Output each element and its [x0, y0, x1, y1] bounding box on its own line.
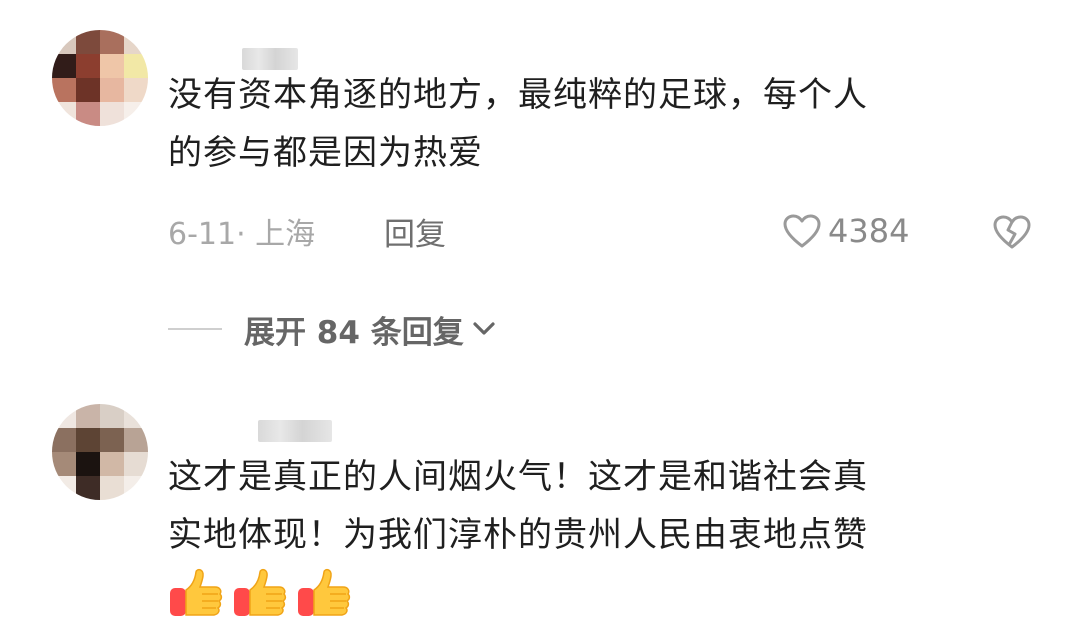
- reply-button[interactable]: 回复: [384, 208, 446, 254]
- comment-list: 没有资本角逐的地方，最纯粹的足球，每个人 的参与都是因为热爱 6-11· 上海 …: [0, 0, 1080, 618]
- comment-text-line: 实地体现！为我们淳朴的贵州人民由衷地点赞: [168, 515, 868, 555]
- comment-text-line: 没有资本角逐的地方，最纯粹的足球，每个人: [168, 75, 868, 115]
- comment-text-line: 这才是真正的人间烟火气！这才是和谐社会真: [168, 457, 868, 497]
- heart-outline-icon: [783, 214, 821, 248]
- comment-text: 这才是真正的人间烟火气！这才是和谐社会真 实地体现！为我们淳朴的贵州人民由衷地点…: [168, 448, 1038, 564]
- username-redacted[interactable]: [258, 420, 332, 442]
- like-button[interactable]: 4384: [782, 208, 909, 254]
- divider-line: [168, 328, 222, 330]
- avatar[interactable]: [52, 30, 148, 126]
- emoji-group: [168, 566, 352, 618]
- broken-heart-icon[interactable]: [992, 212, 1032, 252]
- thumbs-up-emoji-icon: [170, 568, 223, 616]
- like-count: 4384: [828, 212, 910, 250]
- expand-replies-button[interactable]: 展开 84 条回复: [168, 304, 498, 354]
- comment-date-location: 6-11· 上海: [168, 217, 316, 252]
- avatar[interactable]: [52, 404, 148, 500]
- expand-replies-label: 展开 84 条回复: [244, 314, 464, 351]
- thumbs-up-emoji-icon: [298, 568, 351, 616]
- thumbs-up-emoji-icon: [234, 568, 287, 616]
- chevron-down-icon: [473, 322, 495, 335]
- comment-text-line: 的参与都是因为热爱: [168, 133, 483, 173]
- comment-text: 没有资本角逐的地方，最纯粹的足球，每个人 的参与都是因为热爱: [168, 66, 1038, 182]
